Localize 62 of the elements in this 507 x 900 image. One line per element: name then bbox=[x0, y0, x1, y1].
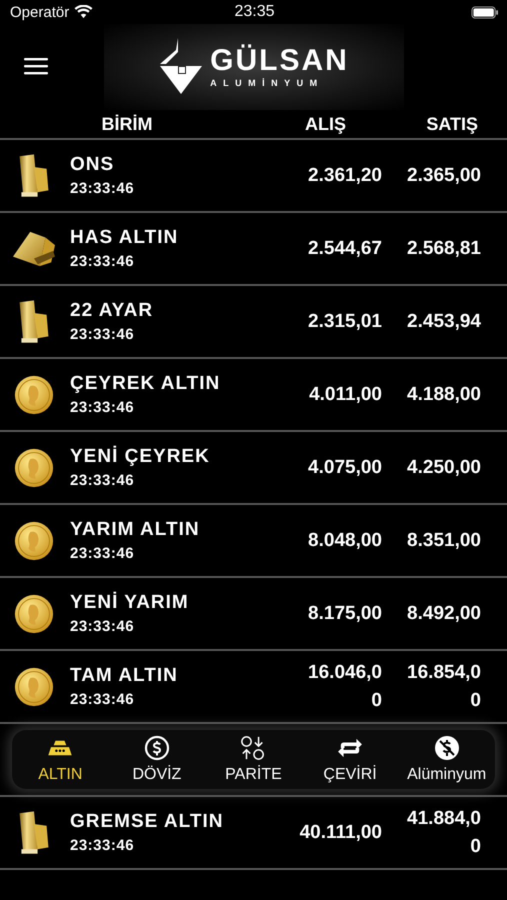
update-time: 23:33:46 bbox=[70, 618, 136, 635]
update-time: 23:33:46 bbox=[70, 837, 136, 854]
sell-price: 4.188,00 bbox=[406, 382, 482, 406]
update-time: 23:33:46 bbox=[70, 326, 136, 343]
buy-price: 8.175,00 bbox=[307, 602, 382, 626]
logo-wordmark: GÜLSAN bbox=[210, 45, 349, 78]
buy-price: 2.544,67 bbox=[307, 236, 382, 260]
item-name: GREMSE ALTIN bbox=[70, 811, 224, 833]
battery-icon bbox=[470, 6, 499, 19]
update-time: 23:33:46 bbox=[70, 691, 136, 708]
buy-price: 2.361,20 bbox=[307, 164, 382, 188]
update-time: 23:33:46 bbox=[70, 253, 136, 270]
tab[interactable]: DÖVİZ bbox=[108, 730, 206, 789]
tab[interactable]: Alüminyum bbox=[398, 730, 495, 789]
buy-price: 16.046,0 0 bbox=[307, 660, 382, 712]
sell-price: 41.884,0 0 bbox=[406, 806, 482, 858]
update-time: 23:33:46 bbox=[70, 545, 136, 562]
item-name: 22 AYAR bbox=[70, 300, 154, 322]
carrier-name: Operatör bbox=[10, 4, 70, 21]
column-header: SATIŞ bbox=[425, 114, 478, 135]
coin-icon bbox=[14, 666, 54, 706]
sell-price: 8.492,00 bbox=[406, 602, 482, 626]
item-name: HAS ALTIN bbox=[70, 227, 180, 249]
item-name: YENİ ÇEYREK bbox=[70, 446, 211, 468]
column-header: BİRİM bbox=[100, 114, 154, 135]
status-time: 23:35 bbox=[234, 3, 275, 22]
update-time: 23:33:46 bbox=[70, 399, 136, 416]
wifi-icon bbox=[74, 5, 94, 20]
column-header: ALIŞ bbox=[304, 114, 346, 135]
buy-price: 40.111,00 bbox=[298, 820, 382, 844]
tab[interactable]: PARİTE bbox=[205, 730, 302, 789]
item-name: ÇEYREK ALTIN bbox=[70, 373, 222, 395]
item-name: YENİ YARIM bbox=[70, 592, 190, 614]
tab[interactable]: ÇEVİRİ bbox=[302, 730, 398, 789]
logo-mark-icon bbox=[158, 38, 204, 96]
tab-icon bbox=[337, 737, 364, 759]
menu-icon[interactable] bbox=[24, 57, 48, 76]
coin-icon bbox=[14, 520, 54, 560]
tab[interactable]: ALTIN bbox=[12, 730, 109, 789]
coin-icon bbox=[14, 448, 54, 488]
sell-price: 8.351,00 bbox=[406, 528, 482, 552]
item-name: TAM ALTIN bbox=[70, 665, 179, 687]
item-name: ONS bbox=[70, 154, 116, 176]
tab-icon bbox=[240, 735, 266, 761]
buy-price: 4.075,00 bbox=[307, 456, 382, 480]
sell-price: 2.453,94 bbox=[406, 310, 482, 334]
tab-icon bbox=[144, 735, 170, 761]
buy-price: 2.315,01 bbox=[307, 310, 382, 334]
update-time: 23:33:46 bbox=[70, 472, 136, 489]
buy-price: 8.048,00 bbox=[307, 528, 382, 552]
buy-price: 4.011,00 bbox=[308, 382, 382, 406]
sell-price: 2.568,81 bbox=[406, 236, 482, 260]
sell-price: 4.250,00 bbox=[406, 456, 482, 480]
tab-icon bbox=[434, 735, 460, 761]
update-time: 23:33:46 bbox=[70, 180, 136, 197]
coin-icon bbox=[14, 374, 54, 414]
coin-icon bbox=[14, 594, 54, 634]
logo-tagline: ALUMİNYUM bbox=[210, 77, 324, 90]
tab-icon bbox=[47, 739, 74, 757]
sell-price: 16.854,0 0 bbox=[406, 660, 482, 712]
sell-price: 2.365,00 bbox=[406, 164, 482, 188]
item-name: YARIM ALTIN bbox=[70, 519, 201, 541]
